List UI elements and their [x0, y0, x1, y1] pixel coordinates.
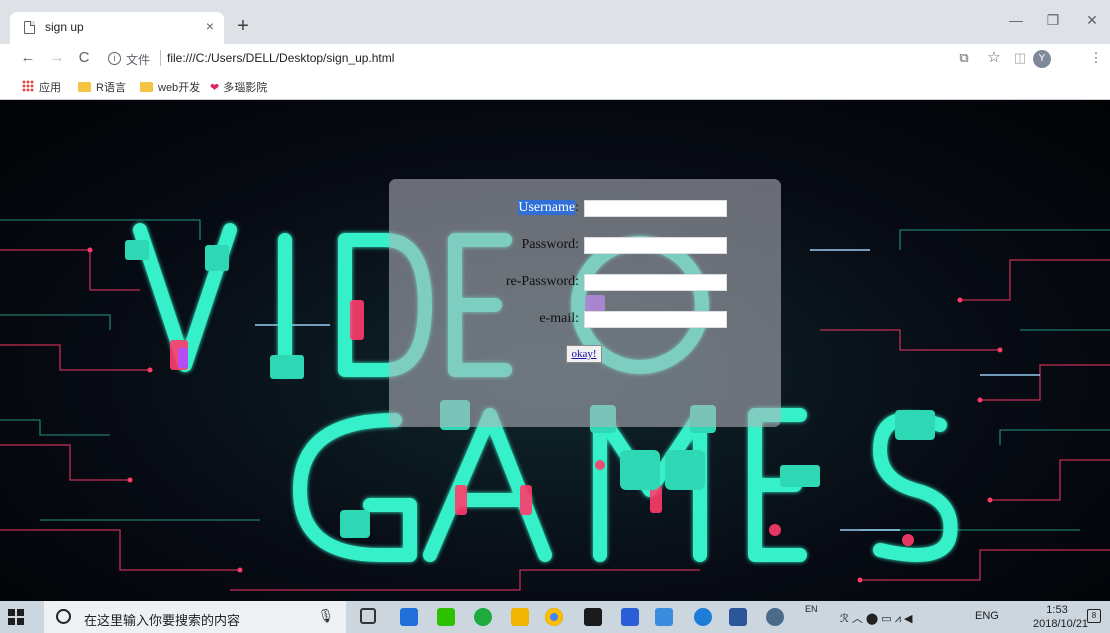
url-scheme-label: 文件 [126, 53, 151, 67]
word-icon[interactable] [729, 608, 747, 626]
bookmark-label: web开发 [158, 82, 201, 94]
email-label: e-mail: [539, 311, 579, 326]
bookmark-apps[interactable]: 应用 [22, 79, 61, 95]
repassword-row: re-Password: [389, 273, 781, 293]
clock-time: 1:53 [1046, 604, 1068, 616]
edge-icon[interactable] [694, 608, 712, 626]
menu-icon[interactable]: ⋮ [1086, 50, 1106, 66]
bluetooth-app-icon[interactable] [400, 608, 418, 626]
username-label: Username: [518, 200, 579, 215]
music-app-icon[interactable] [474, 608, 492, 626]
okay-submit-button[interactable]: okay! [566, 345, 602, 363]
omnibox-divider [160, 50, 161, 66]
task-view-icon[interactable] [360, 608, 376, 624]
search-placeholder: 在这里输入你要搜索的内容 [84, 613, 241, 628]
address-bar[interactable]: file:///C:/Users/DELL/Desktop/sign_up.ht… [167, 51, 394, 65]
windows-taskbar: 在这里输入你要搜索的内容 🎙 EN ℛ ︿ ⬤ ▭ ⩘ ◀ ENG 1:53 2… [0, 601, 1110, 633]
notification-center-icon[interactable]: 8 [1087, 609, 1101, 623]
input-language[interactable]: ENG [975, 610, 999, 622]
email-row: e-mail: [389, 310, 781, 330]
profile-avatar[interactable]: Y [1033, 50, 1051, 68]
microphone-icon[interactable]: 🎙 [317, 608, 334, 624]
media-player-icon[interactable] [621, 608, 639, 626]
clock-date: 2018/10/21 [1033, 618, 1089, 630]
chrome-icon[interactable] [545, 608, 563, 626]
repassword-label: re-Password: [505, 274, 579, 289]
file-explorer-icon[interactable] [511, 608, 529, 626]
password-label: Password: [521, 237, 579, 252]
signup-form: Username: Password: re-Password: e-mail:… [389, 179, 781, 427]
page-viewport: Username: Password: re-Password: e-mail:… [0, 100, 1110, 601]
bookmark-web-dev[interactable]: web开发 [140, 79, 200, 95]
reload-button[interactable]: C [74, 49, 94, 66]
tab-sign-up[interactable]: sign up × [10, 12, 224, 44]
bookmark-label: R语言 [96, 82, 126, 94]
bookmarks-bar: 应用 R语言 web开发 ❤ 多瑙影院 [0, 74, 1110, 100]
password-input[interactable] [584, 237, 727, 254]
info-icon[interactable]: i [108, 52, 121, 65]
forward-button[interactable]: → [47, 49, 67, 66]
repassword-input[interactable] [584, 274, 727, 291]
browser-toolbar: ← → C i 文件 file:///C:/Users/DELL/Desktop… [0, 44, 1110, 74]
password-row: Password: [389, 236, 781, 256]
username-input[interactable] [584, 200, 727, 217]
browser-tab-strip: sign up × + — ❐ ✕ [0, 0, 1110, 44]
input-language-small[interactable]: EN [805, 604, 818, 614]
taskbar-search-box[interactable]: 在这里输入你要搜索的内容 🎙 [44, 601, 346, 633]
email-input[interactable] [584, 311, 727, 328]
apps-grid-icon [22, 80, 34, 92]
new-tab-button[interactable]: + [230, 14, 256, 40]
bookmark-cinema[interactable]: ❤ 多瑙影院 [210, 79, 267, 95]
back-button[interactable]: ← [18, 49, 38, 66]
close-tab-icon[interactable]: × [206, 18, 214, 34]
wechat-icon[interactable] [437, 608, 455, 626]
bookmark-star-icon[interactable]: ☆ [984, 48, 1004, 66]
cortana-icon[interactable] [56, 609, 71, 624]
username-label-text: Username [518, 200, 576, 215]
close-window-button[interactable]: ✕ [1082, 12, 1102, 29]
username-row: Username: [389, 199, 781, 219]
tab-title: sign up [45, 20, 84, 34]
bookmark-r-language[interactable]: R语言 [78, 79, 126, 95]
folder-icon [140, 82, 153, 92]
system-tray-icons[interactable]: ℛ ︿ ⬤ ▭ ⩘ ◀ [840, 610, 912, 626]
minimize-button[interactable]: — [1006, 12, 1026, 28]
restore-button[interactable]: ❐ [1043, 12, 1063, 29]
extension-icon[interactable]: ◫ [1010, 50, 1030, 66]
heart-icon: ❤ [210, 82, 220, 94]
page-icon [24, 21, 35, 34]
windows-start-icon[interactable] [8, 609, 24, 625]
system-clock[interactable]: 1:53 2018/10/21 [1033, 603, 1089, 631]
mail-icon[interactable] [584, 608, 602, 626]
bookmark-label: 应用 [39, 82, 61, 94]
folder-icon [78, 82, 91, 92]
globe-app-icon[interactable] [766, 608, 784, 626]
bookmark-label: 多瑙影院 [223, 82, 268, 94]
translate-icon[interactable]: ⧉ [954, 50, 974, 66]
network-app-icon[interactable] [655, 608, 673, 626]
